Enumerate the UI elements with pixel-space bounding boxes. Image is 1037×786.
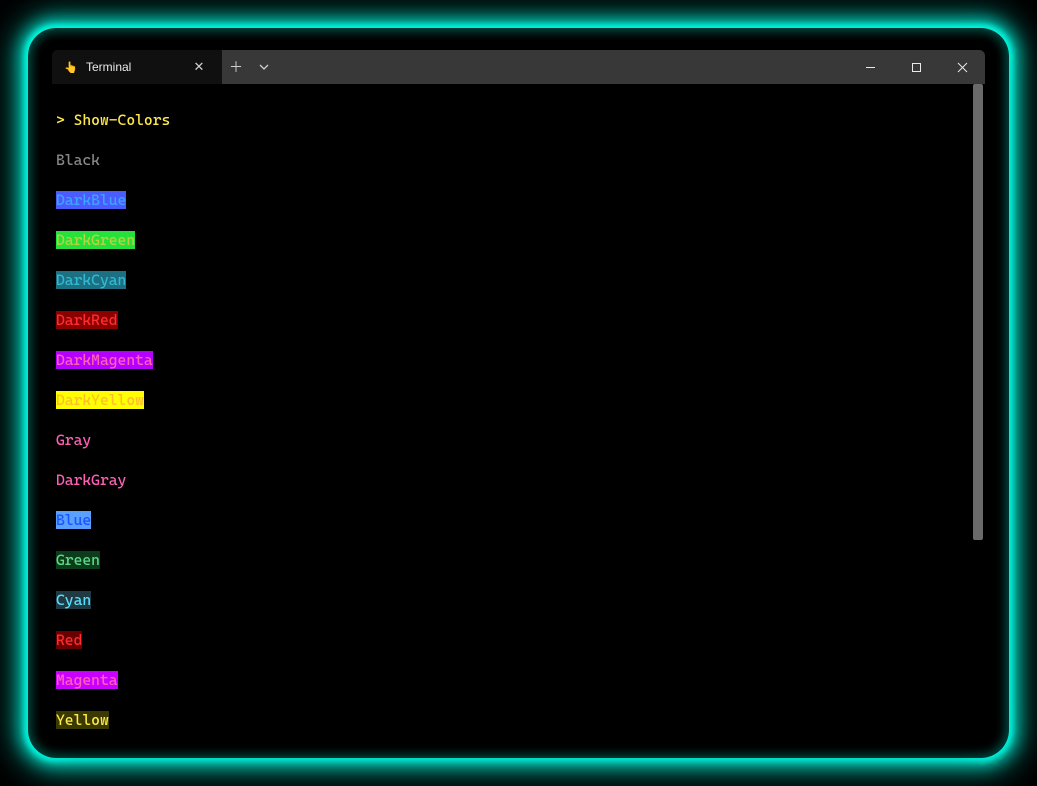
- color-row: Green: [56, 550, 981, 570]
- titlebar: 👆 Terminal ✕ ＋: [52, 50, 985, 84]
- color-row: Red: [56, 630, 981, 650]
- color-cyan: Cyan: [56, 591, 91, 609]
- color-green: Green: [56, 551, 100, 569]
- titlebar-drag-region[interactable]: [278, 50, 847, 84]
- window-controls: [847, 50, 985, 84]
- color-darkmagenta: DarkMagenta: [56, 351, 153, 369]
- color-gray: Gray: [56, 431, 91, 449]
- color-row: DarkRed: [56, 310, 981, 330]
- scrollbar[interactable]: [971, 84, 985, 736]
- color-row: DarkCyan: [56, 270, 981, 290]
- color-row: Cyan: [56, 590, 981, 610]
- color-row: Blue: [56, 510, 981, 530]
- terminal-window: 👆 Terminal ✕ ＋ > Show-Colors Black DarkB…: [52, 50, 985, 736]
- tab-terminal[interactable]: 👆 Terminal ✕: [52, 50, 222, 84]
- maximize-button[interactable]: [893, 50, 939, 84]
- color-darkred: DarkRed: [56, 311, 118, 329]
- color-darkcyan: DarkCyan: [56, 271, 126, 289]
- color-black: Black: [56, 151, 100, 169]
- close-window-button[interactable]: [939, 50, 985, 84]
- terminal-body[interactable]: > Show-Colors Black DarkBlue DarkGreen D…: [52, 84, 985, 736]
- color-row: DarkBlue: [56, 190, 981, 210]
- minimize-button[interactable]: [847, 50, 893, 84]
- command-line: > Show-Colors: [56, 110, 981, 130]
- close-tab-icon[interactable]: ✕: [186, 50, 212, 84]
- color-darkblue: DarkBlue: [56, 191, 126, 209]
- color-darkyellow: DarkYellow: [56, 391, 144, 409]
- color-row: Yellow: [56, 710, 981, 730]
- tab-title: Terminal: [86, 60, 178, 74]
- command-text: Show-Colors: [74, 111, 171, 129]
- tab-dropdown-button[interactable]: [250, 50, 278, 84]
- color-red: Red: [56, 631, 82, 649]
- color-darkgray: DarkGray: [56, 471, 126, 489]
- color-row: DarkGreen: [56, 230, 981, 250]
- color-row: Gray: [56, 430, 981, 450]
- color-row: Black: [56, 150, 981, 170]
- prompt-symbol: >: [56, 111, 65, 129]
- color-row: DarkGray: [56, 470, 981, 490]
- scrollbar-thumb[interactable]: [973, 84, 983, 540]
- color-row: Magenta: [56, 670, 981, 690]
- color-blue: Blue: [56, 511, 91, 529]
- color-magenta: Magenta: [56, 671, 118, 689]
- color-darkgreen: DarkGreen: [56, 231, 135, 249]
- color-row: DarkYellow: [56, 390, 981, 410]
- color-row: DarkMagenta: [56, 350, 981, 370]
- new-tab-button[interactable]: ＋: [222, 50, 250, 84]
- color-yellow: Yellow: [56, 711, 109, 729]
- tab-icon: 👆: [64, 60, 78, 74]
- tab-actions: ＋: [222, 50, 278, 84]
